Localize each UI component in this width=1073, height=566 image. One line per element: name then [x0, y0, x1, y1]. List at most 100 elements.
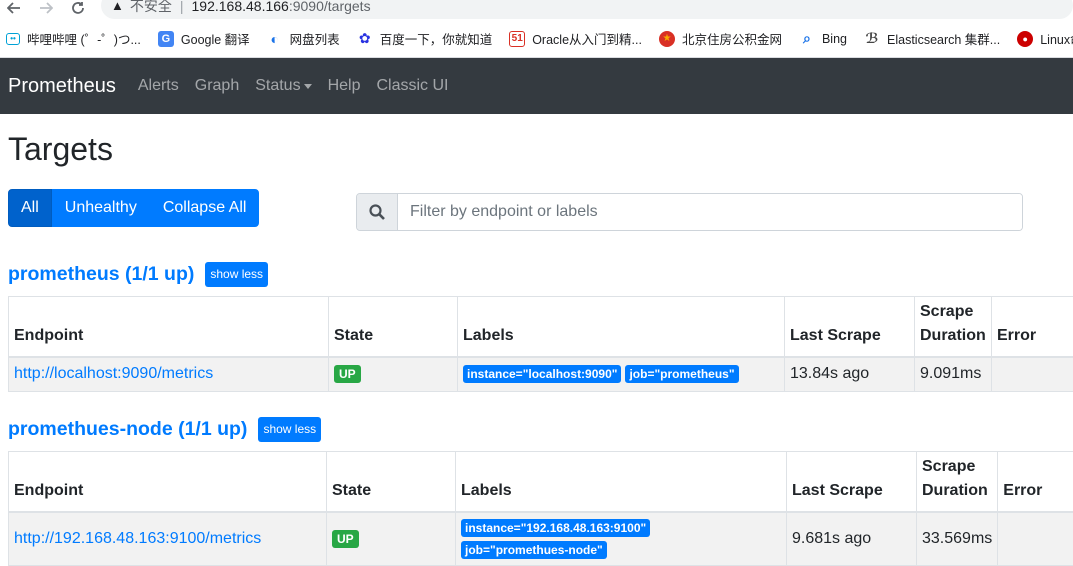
search-icon [357, 194, 398, 230]
header-last-scrape: Last Scrape [784, 296, 915, 358]
header-scrape-duration: Scrape Duration [915, 451, 999, 513]
bookmark-linux[interactable]: ● Linux命令 [1017, 29, 1073, 48]
bookmark-bilibili[interactable]: •• 哔哩哔哩 (゜-゜)つ... [6, 29, 141, 48]
labels-cell: instance="localhost:9090" job="prometheus… [457, 356, 785, 392]
endpoint-cell: http://localhost:9090/metrics [8, 356, 329, 392]
duration-cell: 9.091ms [914, 356, 992, 392]
header-scrape-line2: Duration [920, 326, 986, 344]
endpoint-cell: http://192.168.48.163:9100/metrics [8, 511, 327, 566]
forward-arrow-icon[interactable] [38, 0, 54, 16]
housing-fund-icon: ★ [658, 30, 675, 47]
state-badge: UP [332, 529, 359, 548]
filter-input[interactable] [398, 194, 1022, 230]
header-endpoint: Endpoint [8, 296, 329, 358]
header-state: State [326, 451, 456, 513]
last-scrape-cell: 9.681s ago [786, 511, 917, 566]
error-cell [991, 356, 1073, 392]
url-field[interactable]: ▲ 不安全 | 192.168.48.166:9090/targets [101, 0, 1073, 19]
warning-triangle-icon: ▲ [111, 0, 124, 13]
bookmark-baidu[interactable]: ✿ 百度一下，你就知道 [357, 29, 493, 48]
security-warning: 不安全 [129, 0, 172, 14]
url-separator: | [179, 0, 184, 14]
baidu-icon: ✿ [358, 30, 371, 46]
targets-table: Endpoint State Labels Last Scrape Scrape… [8, 451, 1073, 566]
bookmark-oracle[interactable]: 51 Oracle从入门到精... [509, 29, 642, 48]
bookmark-cloud-drive[interactable]: ◐ 网盘列表 [267, 29, 340, 48]
pool-title-link[interactable]: prometheus (1/1 up) [8, 263, 194, 286]
filter-box [356, 193, 1023, 231]
endpoint-link[interactable]: http://192.168.48.163:9100/metrics [14, 530, 261, 547]
targets-controls: All Unhealthy Collapse All [8, 189, 1073, 231]
main-content: Targets All Unhealthy Collapse All prome… [0, 131, 1073, 566]
target-pool-promethues-node: promethues-node (1/1 up) show less Endpo… [8, 415, 1073, 566]
show-less-button[interactable]: show less [205, 261, 269, 287]
unhealthy-button[interactable]: Unhealthy [51, 189, 150, 227]
state-badge: UP [334, 365, 361, 384]
endpoint-link[interactable]: http://localhost:9090/metrics [14, 365, 213, 382]
bookmark-label: Elasticsearch 集群... [887, 33, 1001, 47]
caret-down-icon [303, 84, 312, 89]
state-cell: UP [326, 511, 456, 566]
last-scrape-cell: 13.84s ago [784, 356, 915, 392]
pool-header: prometheus (1/1 up) show less [8, 260, 1073, 288]
nav-alerts[interactable]: Alerts [138, 77, 179, 95]
header-scrape-line2: Duration [922, 481, 988, 499]
bookmark-housing-fund[interactable]: ★ 北京住房公积金网 [658, 29, 782, 48]
site-51-icon: 51 [509, 30, 526, 47]
table-header-row: Endpoint State Labels Last Scrape Scrape… [8, 451, 1073, 513]
table-row: http://localhost:9090/metrics UP instanc… [8, 356, 1073, 392]
nav-classic-ui[interactable]: Classic UI [376, 77, 448, 95]
bookmark-label: 百度一下，你就知道 [379, 33, 493, 47]
back-arrow-icon[interactable] [6, 0, 22, 16]
bing-icon: ⌕ [803, 30, 811, 46]
nav-graph[interactable]: Graph [195, 77, 239, 95]
brand-link[interactable]: Prometheus [8, 75, 116, 98]
bookmarks-bar: •• 哔哩哔哩 (゜-゜)つ... G Google 翻译 ◐ 网盘列表 ✿ 百… [0, 20, 1073, 58]
header-state: State [328, 296, 458, 358]
bookmark-label: Oracle从入门到精... [532, 33, 642, 47]
pool-title-link[interactable]: promethues-node (1/1 up) [8, 418, 247, 441]
bookmark-label: Bing [821, 31, 847, 46]
target-pool-prometheus: prometheus (1/1 up) show less Endpoint S… [8, 260, 1073, 392]
bookmark-bing[interactable]: ⌕ Bing [799, 30, 847, 47]
cloud-drive-icon: ◐ [270, 30, 279, 47]
bookmark-label: 网盘列表 [289, 33, 340, 47]
show-less-button[interactable]: show less [258, 416, 322, 442]
all-button[interactable]: All [8, 189, 52, 227]
bookmark-elasticsearch[interactable]: ℬ Elasticsearch 集群... [864, 29, 1001, 48]
bookmark-label: Linux命令 [1040, 33, 1073, 47]
header-scrape-duration: Scrape Duration [914, 296, 992, 358]
redhat-icon: ● [1017, 30, 1034, 47]
bookmark-label: 北京住房公积金网 [681, 33, 782, 47]
header-scrape-line1: Scrape [922, 457, 976, 475]
header-endpoint: Endpoint [8, 451, 327, 513]
top-navbar: Prometheus Alerts Graph Status Help Clas… [0, 58, 1073, 114]
header-error: Error [997, 451, 1073, 513]
bookmark-google-translate[interactable]: G Google 翻译 [157, 29, 250, 48]
labels-cell: instance="192.168.48.163:9100" job="prom… [455, 511, 787, 566]
label-badge: job="promethues-node" [461, 540, 607, 559]
nav-status-label: Status [255, 77, 301, 94]
page-title: Targets [8, 131, 113, 167]
bookmark-label: Google 翻译 [180, 33, 250, 47]
table-row: http://192.168.48.163:9100/metrics UP in… [8, 511, 1073, 566]
header-labels: Labels [457, 296, 785, 358]
url-path: :9090/targets [288, 0, 371, 14]
elasticsearch-icon: ℬ [865, 30, 879, 46]
targets-table: Endpoint State Labels Last Scrape Scrape… [8, 296, 1073, 392]
label-badge: instance="localhost:9090" [463, 365, 622, 384]
label-badge: job="prometheus" [625, 365, 739, 384]
nav-help[interactable]: Help [328, 77, 361, 95]
collapse-all-button[interactable]: Collapse All [149, 189, 260, 227]
header-last-scrape: Last Scrape [786, 451, 917, 513]
label-badge: instance="192.168.48.163:9100" [461, 518, 651, 537]
error-cell [997, 511, 1073, 566]
google-translate-icon: G [157, 30, 174, 47]
header-labels: Labels [455, 451, 787, 513]
header-scrape-line1: Scrape [920, 302, 974, 320]
bilibili-icon: •• [6, 32, 20, 45]
bookmark-label: 哔哩哔哩 (゜-゜)つ... [27, 33, 141, 47]
reload-icon[interactable] [70, 0, 86, 16]
nav-status-dropdown[interactable]: Status [255, 77, 312, 95]
address-bar-row: ▲ 不安全 | 192.168.48.166:9090/targets [0, 0, 1073, 20]
